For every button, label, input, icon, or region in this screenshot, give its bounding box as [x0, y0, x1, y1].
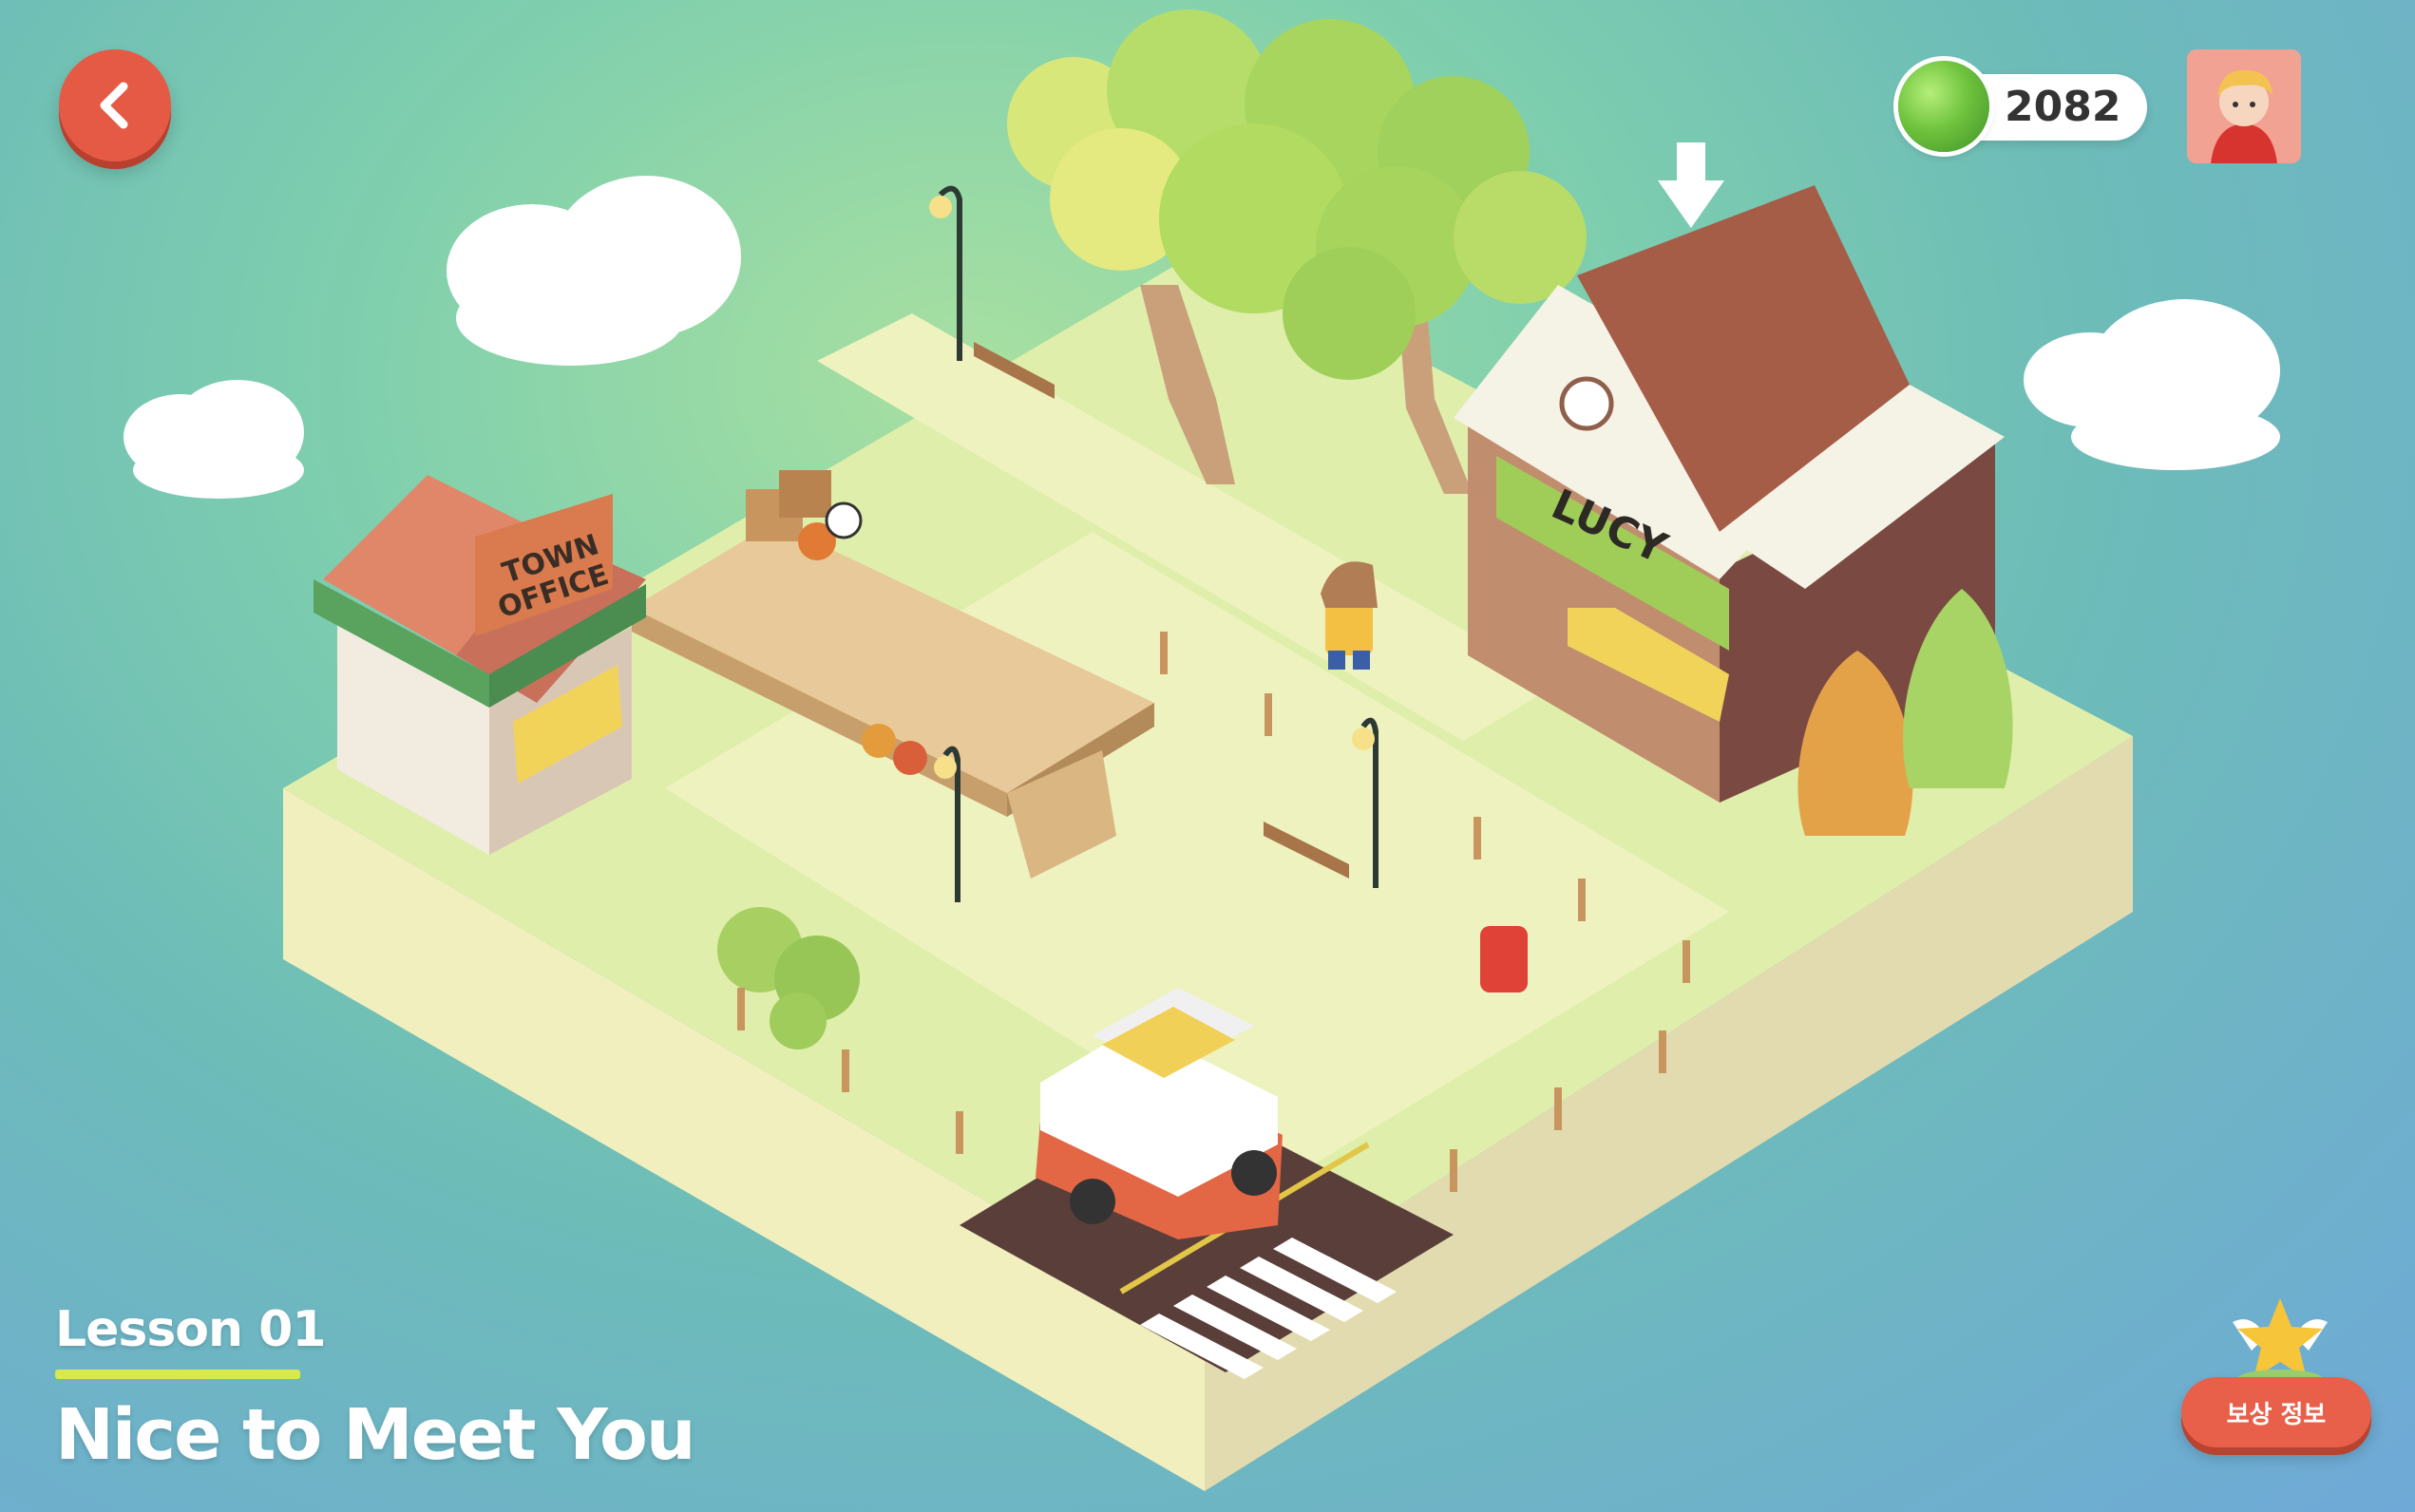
down-arrow-icon[interactable] — [1658, 142, 1724, 228]
coin-count: 2082 — [2005, 83, 2121, 131]
player-character[interactable] — [1321, 561, 1378, 670]
lesson-underline — [55, 1370, 300, 1379]
avatar[interactable] — [2187, 49, 2301, 163]
back-button[interactable] — [59, 49, 171, 161]
mailbox — [1480, 926, 1528, 992]
star-icon — [2233, 1298, 2328, 1389]
lesson-number: Lesson 01 — [55, 1301, 327, 1358]
coin-icon — [1898, 61, 1989, 152]
lesson-title: Nice to Meet You — [55, 1394, 696, 1476]
reward-star — [2223, 1284, 2337, 1389]
back-arrow-icon — [100, 82, 128, 129]
avatar-icon — [2187, 49, 2301, 163]
reward-info-button[interactable]: 보상 정보 — [2181, 1377, 2371, 1447]
game-scene: LUCY TOWN OFFICE — [124, 9, 2280, 1491]
